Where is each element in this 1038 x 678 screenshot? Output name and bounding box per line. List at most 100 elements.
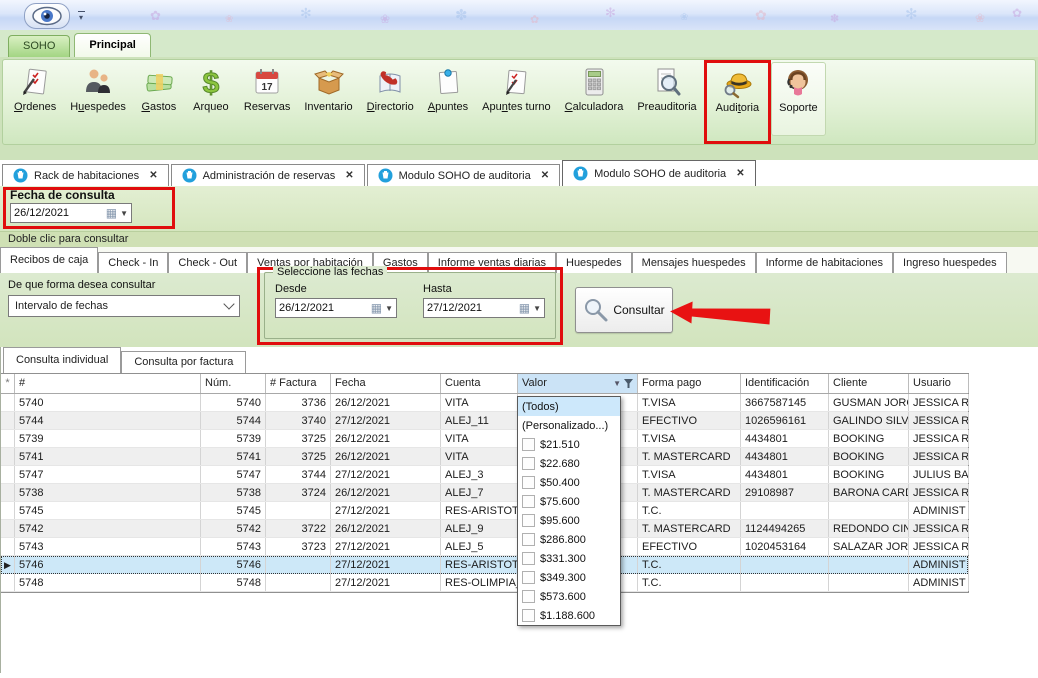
- doc-tab[interactable]: Rack de habitaciones✕: [2, 164, 169, 186]
- checkbox-unchecked-icon[interactable]: [522, 495, 535, 508]
- table-row[interactable]: 57425742372226/12/2021ALEJ_9T. MASTERCAR…: [1, 520, 968, 538]
- toolbar-button-inventario[interactable]: Inventario: [297, 62, 359, 136]
- filter-option[interactable]: $21.510: [518, 435, 620, 454]
- checkbox-unchecked-icon[interactable]: [522, 609, 535, 622]
- filter-option[interactable]: $22.680: [518, 454, 620, 473]
- grid-cell: 27/12/2021: [331, 574, 441, 591]
- grid-cell: 3740: [266, 412, 331, 429]
- report-tab-mensajes-huespedes[interactable]: Mensajes huespedes: [632, 252, 756, 273]
- toolbar-button-directorio[interactable]: Directorio: [360, 62, 421, 136]
- close-icon[interactable]: ✕: [541, 170, 549, 181]
- sub-tab-consulta-individual[interactable]: Consulta individual: [3, 347, 121, 373]
- table-row[interactable]: 57475747374427/12/2021ALEJ_3T.VISA443480…: [1, 466, 968, 484]
- table-row[interactable]: 57385738372426/12/2021ALEJ_7T. MASTERCAR…: [1, 484, 968, 502]
- filter-option[interactable]: $95.600: [518, 511, 620, 530]
- grid-cell: 5746: [201, 556, 266, 574]
- toolbar-button-preauditoria[interactable]: Preauditoria: [630, 62, 703, 136]
- filter-option[interactable]: $1.188.600: [518, 606, 620, 625]
- grid-column-header--[interactable]: #: [15, 374, 201, 393]
- toolbar-button-ordenes[interactable]: Ordenes: [7, 62, 63, 136]
- table-row[interactable]: 57415741372526/12/2021VITAT. MASTERCARD4…: [1, 448, 968, 466]
- checkbox-unchecked-icon[interactable]: [522, 457, 535, 470]
- hasta-datepicker[interactable]: 27/12/2021 ▦ ▼: [423, 298, 545, 318]
- table-row[interactable]: 5748574827/12/2021RES-OLIMPIA_T.C.ADMINI…: [1, 574, 968, 592]
- filter-option-label: (Personalizado...): [522, 420, 608, 432]
- grid-cell: 5741: [201, 448, 266, 465]
- grid-header-row: *#Núm.# FacturaFechaCuentaValor▼Forma pa…: [1, 374, 968, 394]
- filter-option[interactable]: $75.600: [518, 492, 620, 511]
- chevron-down-icon[interactable]: ▼: [120, 209, 128, 218]
- report-tab-informe-de-habitaciones[interactable]: Informe de habitaciones: [756, 252, 893, 273]
- toolbar-button-label: Auditoria: [716, 102, 759, 115]
- fecha-consulta-datepicker[interactable]: 26/12/2021 ▦ ▼: [10, 203, 132, 223]
- checkbox-unchecked-icon[interactable]: [522, 590, 535, 603]
- chevron-down-icon[interactable]: ▼: [385, 304, 393, 313]
- sub-tab-consulta-por-factura[interactable]: Consulta por factura: [121, 351, 246, 373]
- app-menu-dropdown[interactable]: ▾: [74, 8, 88, 22]
- grid-column-header-forma-pago[interactable]: Forma pago: [638, 374, 741, 393]
- table-row[interactable]: 57405740373626/12/2021VITAT.VISA36675871…: [1, 394, 968, 412]
- grid-column-header-fecha[interactable]: Fecha: [331, 374, 441, 393]
- grid-column-header-cliente[interactable]: Cliente: [829, 374, 909, 393]
- report-tab-recibos-de-caja[interactable]: Recibos de caja: [0, 247, 98, 273]
- grid-column-header-valor[interactable]: Valor▼: [518, 374, 638, 393]
- filter-option[interactable]: (Personalizado...): [518, 416, 620, 435]
- filter-option[interactable]: $331.300: [518, 549, 620, 568]
- filter-funnel-icon[interactable]: [624, 379, 633, 388]
- close-icon[interactable]: ✕: [345, 170, 353, 181]
- doc-tab[interactable]: Modulo SOHO de auditoria✕: [562, 160, 755, 186]
- consultar-button[interactable]: Consultar: [575, 287, 673, 333]
- grid-column-header-n-m-[interactable]: Núm.: [201, 374, 266, 393]
- soho-tab-icon: [378, 168, 393, 183]
- toolbar-button-arqueo[interactable]: $Arqueo: [185, 62, 237, 136]
- table-row[interactable]: 57395739372526/12/2021VITAT.VISA4434801B…: [1, 430, 968, 448]
- grid-column-header-cuenta[interactable]: Cuenta: [441, 374, 518, 393]
- query-mode-select[interactable]: Intervalo de fechas: [8, 295, 240, 317]
- filter-option-label: $95.600: [540, 515, 580, 527]
- grid-column-header-usuario[interactable]: Usuario: [909, 374, 969, 393]
- toolbar-button-apuntes-turno[interactable]: Apuntes turno: [475, 62, 558, 136]
- ribbon-tab-principal[interactable]: Principal: [74, 33, 150, 57]
- toolbar-button-soporte[interactable]: Soporte: [771, 62, 826, 136]
- report-tab-huespedes[interactable]: Huespedes: [556, 252, 632, 273]
- toolbar-button-huespedes[interactable]: Huespedes: [63, 62, 133, 136]
- filter-option[interactable]: $50.400: [518, 473, 620, 492]
- grid-column-header-identificaci-n[interactable]: Identificación: [741, 374, 829, 393]
- checkbox-unchecked-icon[interactable]: [522, 476, 535, 489]
- doc-tab[interactable]: Modulo SOHO de auditoria ✕: [367, 164, 560, 186]
- app-menu-button[interactable]: [24, 3, 70, 29]
- doc-tab-label: Modulo SOHO de auditoria: [399, 170, 531, 182]
- toolbar-button-apuntes[interactable]: Apuntes: [421, 62, 475, 136]
- report-tab-check-in[interactable]: Check - In: [98, 252, 168, 273]
- report-tab-check-out[interactable]: Check - Out: [168, 252, 247, 273]
- toolbar-button-auditoria[interactable]: Auditoria: [709, 63, 766, 137]
- ribbon-tab-soho[interactable]: SOHO: [8, 35, 70, 57]
- table-row[interactable]: 57435743372327/12/2021ALEJ_5EFECTIVO1020…: [1, 538, 968, 556]
- filter-option[interactable]: $286.800: [518, 530, 620, 549]
- fecha-consulta-panel: Fecha de consulta 26/12/2021 ▦ ▼: [0, 186, 1038, 231]
- filter-option[interactable]: (Todos): [518, 397, 620, 416]
- desde-datepicker[interactable]: 26/12/2021 ▦ ▼: [275, 298, 397, 318]
- toolbar-button-reservas[interactable]: 17Reservas: [237, 62, 297, 136]
- grid-column-header--factura[interactable]: # Factura: [266, 374, 331, 393]
- checkbox-unchecked-icon[interactable]: [522, 514, 535, 527]
- checkbox-unchecked-icon[interactable]: [522, 552, 535, 565]
- checkbox-unchecked-icon[interactable]: [522, 438, 535, 451]
- checkbox-unchecked-icon[interactable]: [522, 533, 535, 546]
- close-icon[interactable]: ✕: [736, 168, 744, 179]
- filter-option[interactable]: $573.600: [518, 587, 620, 606]
- toolbar-button-calculadora[interactable]: Calculadora: [558, 62, 631, 136]
- filter-option[interactable]: $349.300: [518, 568, 620, 587]
- table-row[interactable]: ▶5746574627/12/2021RES-ARISTOTT.C.ADMINI…: [1, 556, 968, 574]
- filter-dropdown-arrow-icon[interactable]: ▼: [613, 374, 621, 393]
- inventory-icon: [312, 65, 346, 99]
- table-row[interactable]: 57445744374027/12/2021ALEJ_11EFECTIVO102…: [1, 412, 968, 430]
- checkbox-unchecked-icon[interactable]: [522, 571, 535, 584]
- chevron-down-icon[interactable]: ▼: [533, 304, 541, 313]
- close-icon[interactable]: ✕: [149, 170, 157, 181]
- toolbar-button-gastos[interactable]: Gastos: [133, 62, 185, 136]
- row-indicator: [1, 430, 15, 447]
- report-tab-ingreso-huespedes[interactable]: Ingreso huespedes: [893, 252, 1007, 273]
- doc-tab[interactable]: Administración de reservas✕: [171, 164, 365, 186]
- table-row[interactable]: 5745574527/12/2021RES-ARISTOTT.C.ADMINIS…: [1, 502, 968, 520]
